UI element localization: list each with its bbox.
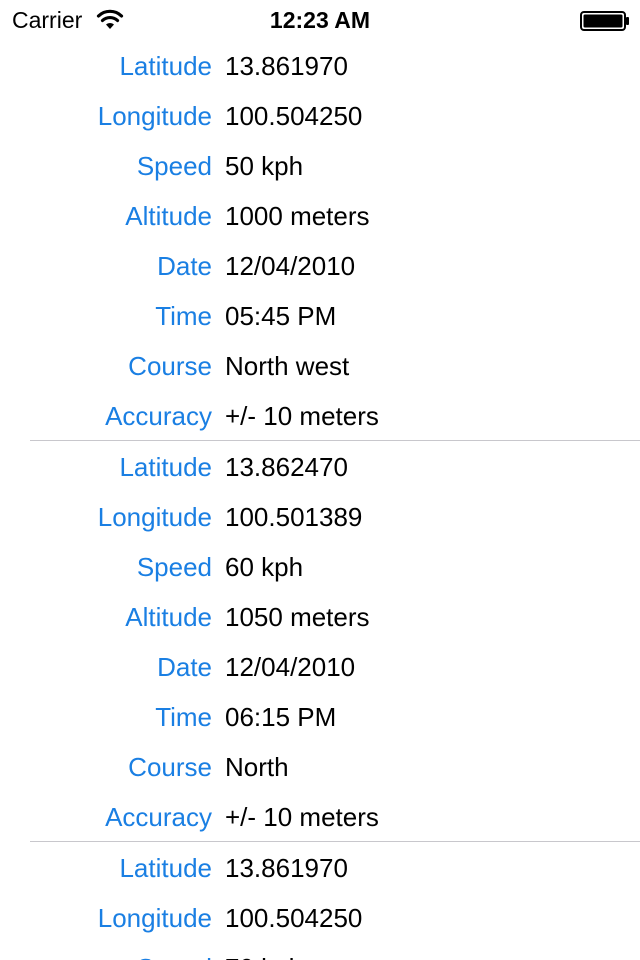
field-row-longitude: Longitude 100.504250 [30,90,640,140]
field-label: Accuracy [105,401,212,431]
field-value: 100.504250 [225,903,363,933]
status-time: 12:23 AM [269,7,371,33]
field-label: Speed [136,151,212,181]
field-row-altitude: Altitude 1000 meters [30,190,640,240]
location-list[interactable]: Latitude 13.861970 Longitude 100.504250 … [0,40,640,960]
field-row-latitude: Latitude 13.861970 [30,40,640,90]
field-row-longitude: Longitude 100.504250 [30,892,640,942]
location-record[interactable]: Latitude 13.862470 Longitude 100.501389 … [30,441,640,842]
field-value: +/- 10 meters [225,401,379,431]
field-row-accuracy: Accuracy +/- 10 meters [30,390,640,440]
field-row-time: Time 05:45 PM [30,290,640,340]
field-value: North west [225,351,350,381]
field-label: Latitude [119,51,212,81]
field-label: Longitude [97,502,212,532]
field-value: 13.861970 [225,853,348,883]
field-row-time: Time 06:15 PM [30,691,640,741]
field-label: Speed [136,552,212,582]
field-value: 70 kph [225,952,303,960]
field-row-date: Date 12/04/2010 [30,240,640,290]
field-label: Time [155,702,212,732]
field-label: Longitude [97,903,212,933]
field-label: Latitude [119,853,212,883]
location-record[interactable]: Latitude 13.861970 Longitude 100.504250 … [30,842,640,960]
field-row-speed: Speed 70 kph [30,942,640,960]
field-value: 100.501389 [225,502,363,532]
field-value: 12/04/2010 [225,652,356,682]
field-row-altitude: Altitude 1050 meters [30,591,640,641]
field-row-speed: Speed 60 kph [30,541,640,591]
field-row-latitude: Latitude 13.861970 [30,842,640,892]
field-row-accuracy: Accuracy +/- 10 meters [30,791,640,841]
field-row-course: Course North [30,741,640,791]
field-label: Accuracy [105,802,212,832]
field-value: 100.504250 [225,101,363,131]
field-row-longitude: Longitude 100.501389 [30,491,640,541]
status-bar: Carrier 12:23 AM [0,0,640,40]
field-value: 13.861970 [225,51,348,81]
field-label: Longitude [97,101,212,131]
field-label: Altitude [125,201,212,231]
field-label: Time [155,301,212,331]
field-value: 13.862470 [225,452,348,482]
field-label: Course [128,752,212,782]
field-value: 60 kph [225,552,304,582]
field-label: Speed [137,952,212,960]
field-label: Altitude [125,602,212,632]
field-value: 1050 meters [225,602,370,632]
field-value: North [225,752,289,782]
field-value: 05:45 PM [225,301,337,331]
field-row-date: Date 12/04/2010 [30,641,640,691]
field-row-course: Course North west [30,340,640,390]
field-row-latitude: Latitude 13.862470 [30,441,640,491]
field-value: 1000 meters [225,201,370,231]
field-value: 12/04/2010 [225,251,356,281]
field-value: 50 kph [225,151,304,181]
field-value: +/- 10 meters [225,802,379,832]
field-label: Date [157,652,212,682]
field-label: Latitude [119,452,212,482]
field-label: Date [157,251,212,281]
field-value: 06:15 PM [225,702,337,732]
field-label: Course [128,351,212,381]
field-row-speed: Speed 50 kph [30,140,640,190]
battery-icon [580,11,630,31]
location-record[interactable]: Latitude 13.861970 Longitude 100.504250 … [30,40,640,441]
